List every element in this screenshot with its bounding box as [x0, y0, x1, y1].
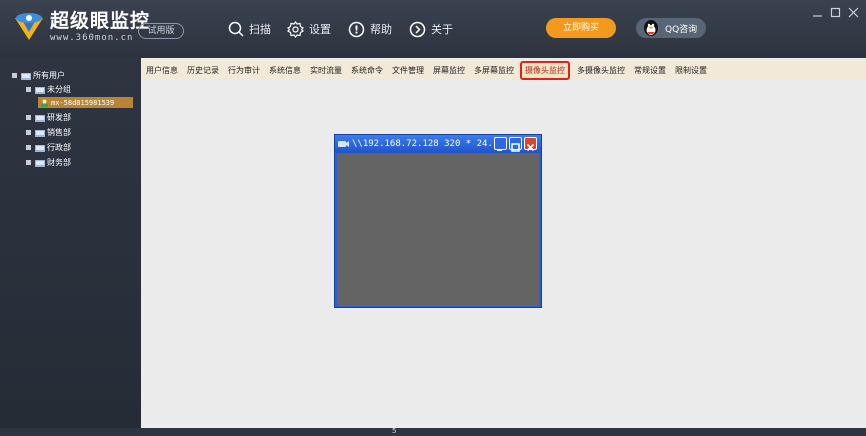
tree-user-label: mx-58d815981539 [51, 98, 115, 107]
minimize-icon[interactable] [811, 4, 824, 17]
tab-restriction-settings[interactable]: 限制设置 [675, 65, 707, 76]
tab-multi-screen-monitor[interactable]: 多屏幕监控 [474, 65, 514, 76]
tab-camera-monitor[interactable]: 摄像头监控 [520, 60, 570, 80]
logo-icon [15, 13, 43, 40]
tab-system-command[interactable]: 系统命令 [351, 65, 383, 76]
tree-group-ungrouped[interactable]: 未分组 [26, 84, 71, 95]
about-button[interactable]: 关于 [409, 18, 453, 40]
qq-label: QQ咨询 [665, 24, 698, 35]
maximize-icon[interactable] [509, 137, 522, 152]
tab-history[interactable]: 历史记录 [187, 65, 219, 76]
help-icon: ! [348, 21, 365, 37]
camera-window-title: \\192.168.72.128 320 * 24... [352, 139, 494, 149]
title-bar: 超级眼监控 www.360mon.cn 试用版 扫描 设置 ! 帮助 关于 立即… [0, 0, 866, 58]
tree-user-selected[interactable]: mx-58d815981539 [38, 97, 133, 108]
scan-label: 扫描 [249, 23, 271, 36]
camera-feed [337, 153, 539, 306]
tab-general-settings[interactable]: 常规设置 [634, 65, 666, 76]
close-icon[interactable] [847, 4, 860, 18]
tab-realtime-traffic[interactable]: 实时流量 [310, 65, 342, 76]
collapse-icon[interactable] [12, 73, 17, 78]
trial-badge: 试用版 [138, 23, 184, 39]
expand-icon[interactable] [26, 130, 31, 135]
svg-text:!: ! [354, 23, 359, 36]
tree-group-admin[interactable]: 行政部 [26, 142, 71, 153]
tree-group-label: 销售部 [47, 128, 71, 137]
function-tabs: 用户信息 历史记录 行为审计 系统信息 实时流量 系统命令 文件管理 屏幕监控 … [141, 60, 866, 80]
maximize-icon[interactable] [829, 4, 842, 18]
camera-window-titlebar[interactable]: \\192.168.72.128 320 * 24... [335, 135, 541, 153]
group-icon [35, 129, 45, 137]
search-icon [228, 21, 244, 37]
tree-group-label: 行政部 [47, 143, 71, 152]
status-bar: 5 [0, 427, 866, 436]
tab-system-info[interactable]: 系统信息 [269, 65, 301, 76]
expand-icon[interactable] [26, 160, 31, 165]
expand-icon[interactable] [26, 145, 31, 150]
user-tree-sidebar: 所有用户 未分组 研发部 销售部 行政部 财务部 [0, 58, 141, 428]
tree-group-sales[interactable]: 销售部 [26, 127, 71, 138]
buy-now-button[interactable]: 立即购买 [546, 18, 616, 38]
camera-icon [338, 141, 349, 147]
gear-icon [287, 20, 304, 38]
group-icon [35, 114, 45, 122]
help-button[interactable]: ! 帮助 [348, 18, 392, 40]
tab-multi-camera-monitor[interactable]: 多摄像头监控 [577, 65, 625, 76]
help-label: 帮助 [370, 23, 392, 36]
qq-penguin-icon [644, 20, 658, 36]
tree-group-rnd[interactable]: 研发部 [26, 112, 71, 123]
tree-group-finance[interactable]: 财务部 [26, 157, 71, 168]
window-controls [811, 4, 860, 18]
tree-root[interactable]: 所有用户 [12, 70, 65, 81]
tree-group-label: 财务部 [47, 158, 71, 167]
tree-group-label: 未分组 [47, 85, 71, 94]
user-computer-icon [41, 99, 48, 107]
chevron-right-circle-icon [409, 21, 426, 37]
scan-button[interactable]: 扫描 [228, 18, 271, 40]
group-icon [35, 159, 45, 167]
tab-user-info[interactable]: 用户信息 [146, 65, 178, 76]
minimize-icon[interactable] [494, 137, 507, 151]
tab-behavior-audit[interactable]: 行为审计 [228, 65, 260, 76]
brand-name: 超级眼监控 [50, 10, 151, 32]
about-label: 关于 [431, 23, 453, 36]
brand-url: www.360mon.cn [50, 33, 134, 43]
settings-button[interactable]: 设置 [287, 18, 331, 40]
expand-icon[interactable] [26, 115, 31, 120]
close-icon[interactable] [524, 137, 537, 152]
tree-root-label: 所有用户 [33, 71, 65, 80]
qq-consult-button[interactable]: QQ咨询 [636, 18, 706, 38]
group-icon [35, 86, 45, 94]
camera-window[interactable]: \\192.168.72.128 320 * 24... [334, 134, 542, 308]
group-icon [21, 72, 31, 80]
status-text: 5 [392, 427, 397, 435]
settings-label: 设置 [309, 23, 331, 36]
tab-screen-monitor[interactable]: 屏幕监控 [433, 65, 465, 76]
collapse-icon[interactable] [26, 87, 31, 92]
brand: 超级眼监控 www.360mon.cn [50, 10, 150, 43]
tab-file-manager[interactable]: 文件管理 [392, 65, 424, 76]
main-panel: 用户信息 历史记录 行为审计 系统信息 实时流量 系统命令 文件管理 屏幕监控 … [141, 58, 866, 428]
group-icon [35, 144, 45, 152]
tree-group-label: 研发部 [47, 113, 71, 122]
